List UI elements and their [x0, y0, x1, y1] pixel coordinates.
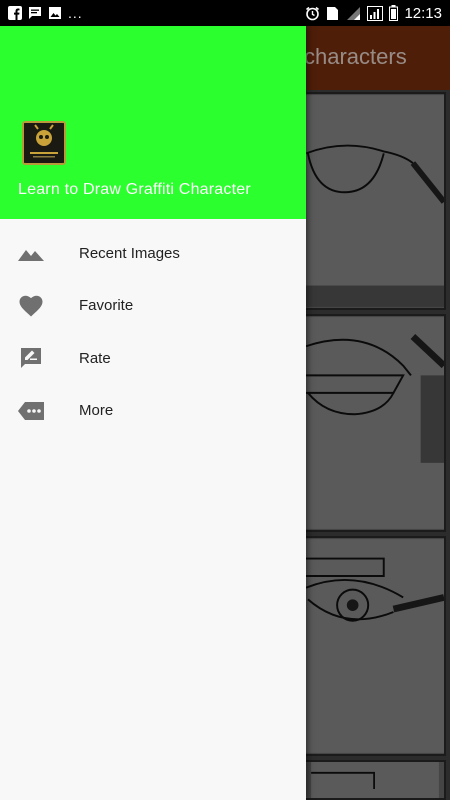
drawer-app-name: Learn to Draw Graffiti Character — [18, 181, 251, 198]
menu-item-favorite[interactable]: Favorite — [0, 280, 306, 333]
menu-item-label: More — [79, 402, 114, 420]
more-tag-icon — [17, 399, 45, 423]
battery-icon — [389, 5, 399, 21]
notification-overflow: ... — [68, 5, 83, 21]
menu-item-label: Recent Images — [79, 244, 180, 262]
signal-icon — [345, 6, 361, 21]
menu-item-rate[interactable]: Rate — [0, 332, 306, 385]
landscape-icon — [17, 241, 45, 265]
drawer-scrim[interactable] — [306, 26, 450, 800]
signal-bars-icon — [367, 5, 384, 21]
navigation-drawer: Learn to Draw Graffiti Character Recent … — [0, 26, 306, 800]
drawer-header: Learn to Draw Graffiti Character — [0, 26, 306, 219]
sim-2-icon — [326, 6, 339, 21]
app-logo-icon — [22, 121, 66, 165]
alarm-icon — [305, 6, 320, 21]
menu-item-more[interactable]: More — [0, 385, 306, 438]
chat-icon — [28, 6, 42, 20]
menu-item-label: Rate — [79, 349, 111, 367]
menu-item-label: Favorite — [79, 297, 134, 315]
drawer-menu: Recent Images Favorite Rate More — [0, 219, 306, 437]
rate-review-icon — [17, 346, 45, 370]
clock: 12:13 — [404, 4, 442, 22]
facebook-icon — [8, 6, 22, 20]
image-icon — [48, 6, 62, 20]
heart-icon — [17, 294, 45, 318]
status-bar: ... 12:13 — [0, 0, 450, 26]
menu-item-recent-images[interactable]: Recent Images — [0, 227, 306, 280]
